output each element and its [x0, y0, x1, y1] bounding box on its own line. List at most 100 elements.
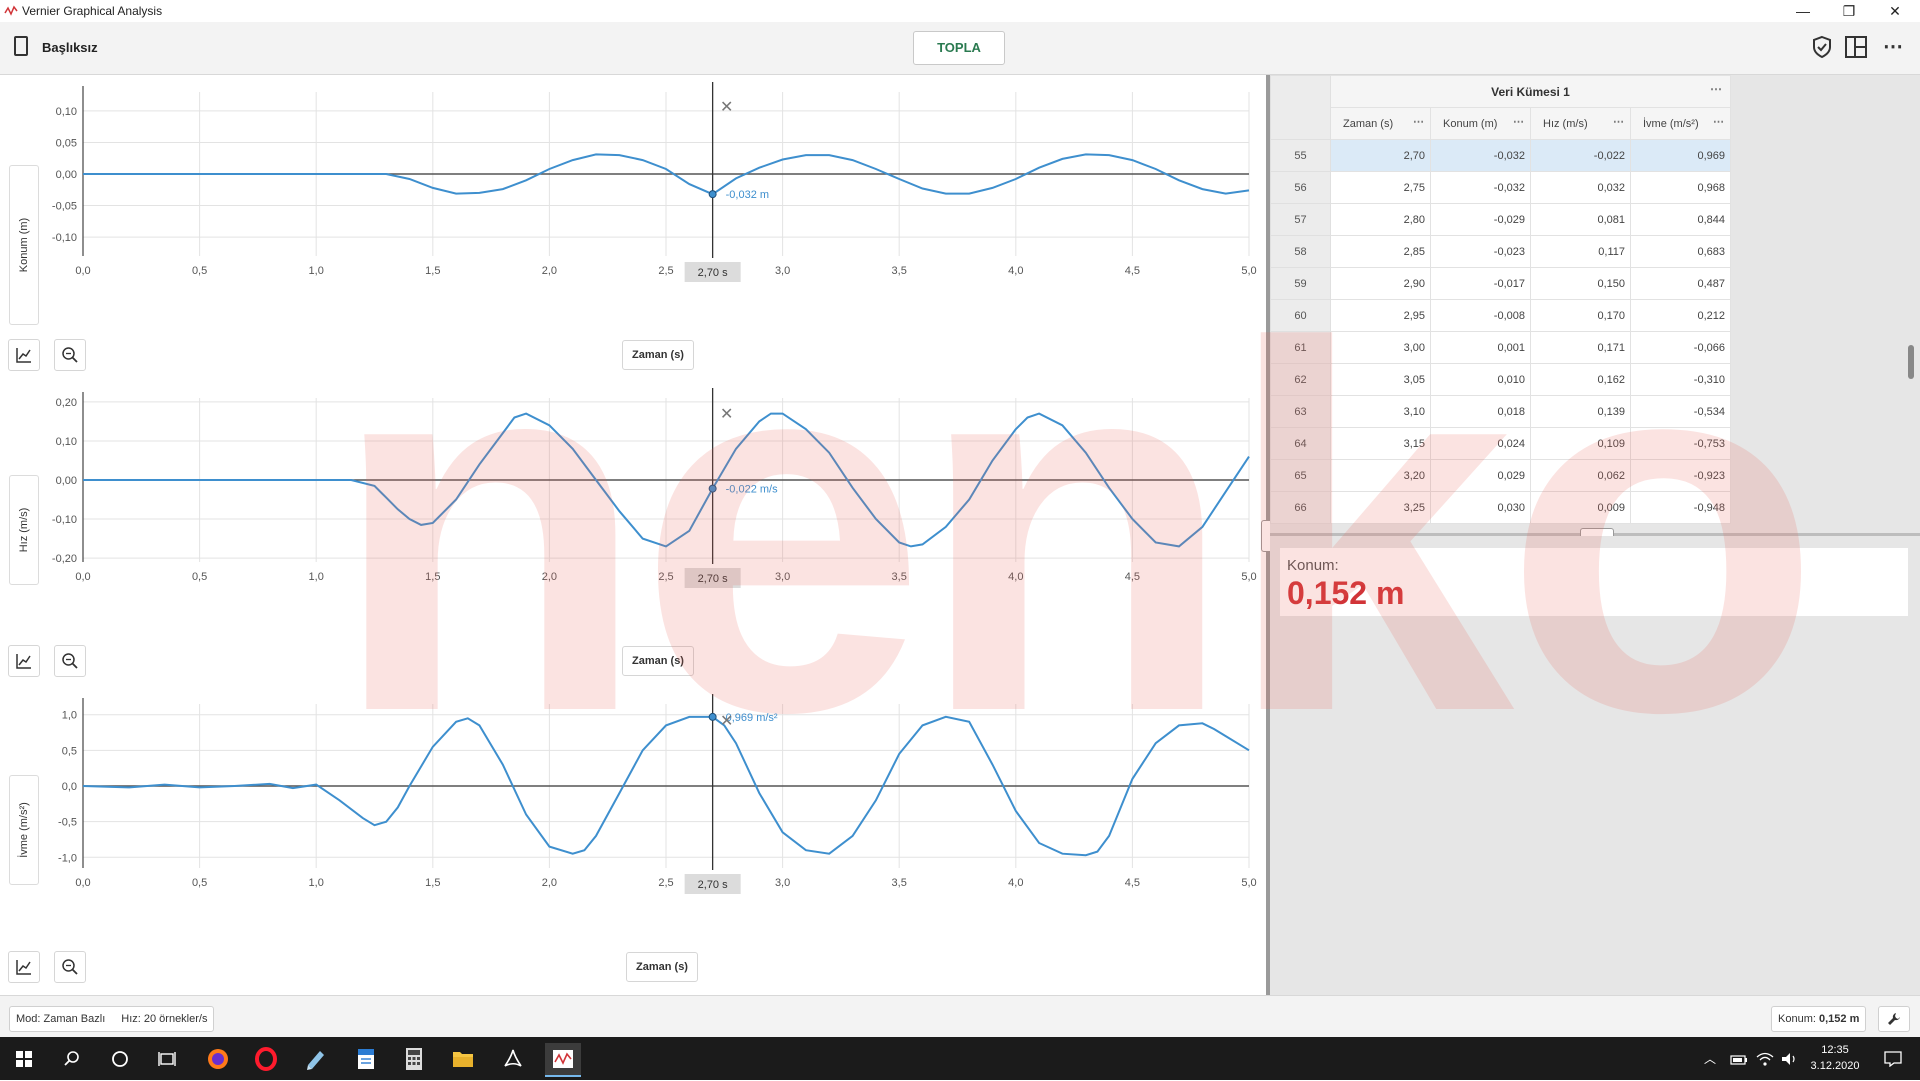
cortana-icon[interactable]: [104, 1043, 136, 1075]
table-cell[interactable]: -0,948: [1630, 491, 1731, 524]
table-cell[interactable]: 0,030: [1430, 491, 1531, 524]
table-cell[interactable]: 2,95: [1330, 299, 1431, 332]
table-cell[interactable]: 0,010: [1430, 363, 1531, 396]
table-row[interactable]: 59 2,90 -0,017 0,150 0,487: [1270, 267, 1731, 300]
collect-button[interactable]: TOPLA: [913, 31, 1005, 65]
table-cell[interactable]: 0,018: [1430, 395, 1531, 428]
table-cell[interactable]: 0,109: [1530, 427, 1631, 460]
document-app-icon[interactable]: [350, 1043, 382, 1075]
table-cell[interactable]: 0,968: [1630, 171, 1731, 204]
table-row[interactable]: 57 2,80 -0,029 0,081 0,844: [1270, 203, 1731, 236]
document-name[interactable]: Başlıksız: [42, 40, 98, 55]
clock[interactable]: 12:35 3.12.2020: [1800, 1042, 1870, 1074]
zoom-button[interactable]: [54, 645, 86, 677]
graph-options-button[interactable]: [8, 951, 40, 983]
close-button[interactable]: ✕: [1872, 0, 1918, 22]
table-cell[interactable]: 0,487: [1630, 267, 1731, 300]
hiz-y-axis-button[interactable]: Hız (m/s): [9, 475, 39, 585]
table-cell[interactable]: -0,022: [1530, 139, 1631, 172]
table-cell[interactable]: 0,683: [1630, 235, 1731, 268]
column-more-icon[interactable]: ⋯: [1713, 115, 1724, 128]
table-row[interactable]: 58 2,85 -0,023 0,117 0,683: [1270, 235, 1731, 268]
table-cell[interactable]: 2,90: [1330, 267, 1431, 300]
meter-status-button[interactable]: Konum: 0,152 m: [1771, 1006, 1867, 1032]
table-cell[interactable]: 0,024: [1430, 427, 1531, 460]
table-cell[interactable]: 0,844: [1630, 203, 1731, 236]
table-cell[interactable]: 0,032: [1530, 171, 1631, 204]
table-cell[interactable]: -0,029: [1430, 203, 1531, 236]
restore-button[interactable]: ❐: [1826, 0, 1872, 22]
table-row[interactable]: 64 3,15 0,024 0,109 -0,753: [1270, 427, 1731, 460]
table-row[interactable]: 56 2,75 -0,032 0,032 0,968: [1270, 171, 1731, 204]
konum-x-axis-button[interactable]: Zaman (s): [622, 340, 694, 370]
table-cell[interactable]: -0,066: [1630, 331, 1731, 364]
column-more-icon[interactable]: ⋯: [1613, 115, 1624, 128]
table-cell[interactable]: 0,170: [1530, 299, 1631, 332]
table-scrollbar[interactable]: [1908, 345, 1914, 379]
table-cell[interactable]: 0,081: [1530, 203, 1631, 236]
table-cell[interactable]: 0,150: [1530, 267, 1631, 300]
table-cell[interactable]: -0,310: [1630, 363, 1731, 396]
notes-app-icon[interactable]: [300, 1043, 332, 1075]
table-cell[interactable]: -0,534: [1630, 395, 1731, 428]
graphical-analysis-taskbar-icon[interactable]: [545, 1043, 581, 1077]
tray-chevron-icon[interactable]: ︿: [1700, 1043, 1720, 1075]
column-header[interactable]: İvme (m/s²) ⋯: [1630, 107, 1731, 140]
table-row[interactable]: 60 2,95 -0,008 0,170 0,212: [1270, 299, 1731, 332]
konum-cursor-close-icon[interactable]: ✕: [720, 97, 733, 117]
table-cell[interactable]: 0,139: [1530, 395, 1631, 428]
table-cell[interactable]: 0,062: [1530, 459, 1631, 492]
table-cell[interactable]: 0,001: [1430, 331, 1531, 364]
minimize-button[interactable]: —: [1780, 0, 1826, 22]
table-row[interactable]: 63 3,10 0,018 0,139 -0,534: [1270, 395, 1731, 428]
firefox-icon[interactable]: [202, 1043, 234, 1075]
meter-box[interactable]: Konum: 0,152 m: [1280, 548, 1908, 616]
calculator-icon[interactable]: [398, 1043, 430, 1075]
table-cell[interactable]: 0,969: [1630, 139, 1731, 172]
table-cell[interactable]: 0,162: [1530, 363, 1631, 396]
konum-y-axis-button[interactable]: Konum (m): [9, 165, 39, 325]
table-cell[interactable]: 3,00: [1330, 331, 1431, 364]
table-cell[interactable]: -0,753: [1630, 427, 1731, 460]
windows-start-icon[interactable]: [8, 1043, 40, 1075]
table-cell[interactable]: -0,032: [1430, 171, 1531, 204]
table-cell[interactable]: 3,05: [1330, 363, 1431, 396]
ivme-cursor-close-icon[interactable]: ✕: [720, 711, 733, 731]
task-view-icon[interactable]: [152, 1043, 184, 1075]
graph-options-button[interactable]: [8, 645, 40, 677]
volume-icon[interactable]: [1779, 1043, 1801, 1075]
search-icon[interactable]: [56, 1043, 88, 1075]
column-more-icon[interactable]: ⋯: [1513, 115, 1524, 128]
zoom-button[interactable]: [54, 951, 86, 983]
table-cell[interactable]: 3,20: [1330, 459, 1431, 492]
battery-icon[interactable]: [1728, 1043, 1750, 1075]
table-row[interactable]: 65 3,20 0,029 0,062 -0,923: [1270, 459, 1731, 492]
table-row[interactable]: 55 2,70 -0,032 -0,022 0,969: [1270, 139, 1731, 172]
more-options-icon[interactable]: ⋯: [1880, 34, 1906, 60]
table-row[interactable]: 61 3,00 0,001 0,171 -0,066: [1270, 331, 1731, 364]
shield-check-icon[interactable]: [1809, 34, 1835, 60]
column-header[interactable]: Konum (m) ⋯: [1430, 107, 1531, 140]
mode-status-button[interactable]: Mod: Zaman Bazlı Hız: 20 örnekler/s: [9, 1006, 215, 1032]
table-cell[interactable]: 0,212: [1630, 299, 1731, 332]
table-row[interactable]: 62 3,05 0,010 0,162 -0,310: [1270, 363, 1731, 396]
dataset-more-icon[interactable]: ⋯: [1710, 82, 1722, 96]
table-cell[interactable]: 2,70: [1330, 139, 1431, 172]
wifi-icon[interactable]: [1754, 1043, 1776, 1075]
document-icon[interactable]: [14, 36, 28, 56]
dataset-header[interactable]: Veri Kümesi 1 ⋯: [1330, 75, 1731, 108]
ivme-y-axis-button[interactable]: İvme (m/s²): [9, 775, 39, 885]
tools-button[interactable]: [1878, 1006, 1910, 1032]
table-cell[interactable]: -0,032: [1430, 139, 1531, 172]
table-cell[interactable]: 3,10: [1330, 395, 1431, 428]
table-cell[interactable]: 3,25: [1330, 491, 1431, 524]
file-explorer-icon[interactable]: [447, 1043, 479, 1075]
notification-icon[interactable]: [1878, 1043, 1908, 1075]
opera-icon[interactable]: [250, 1043, 282, 1075]
table-cell[interactable]: 2,85: [1330, 235, 1431, 268]
column-header[interactable]: Hız (m/s) ⋯: [1530, 107, 1631, 140]
pdf-reader-icon[interactable]: [497, 1043, 529, 1075]
table-cell[interactable]: -0,008: [1430, 299, 1531, 332]
table-cell[interactable]: 2,80: [1330, 203, 1431, 236]
column-header[interactable]: Zaman (s) ⋯: [1330, 107, 1431, 140]
